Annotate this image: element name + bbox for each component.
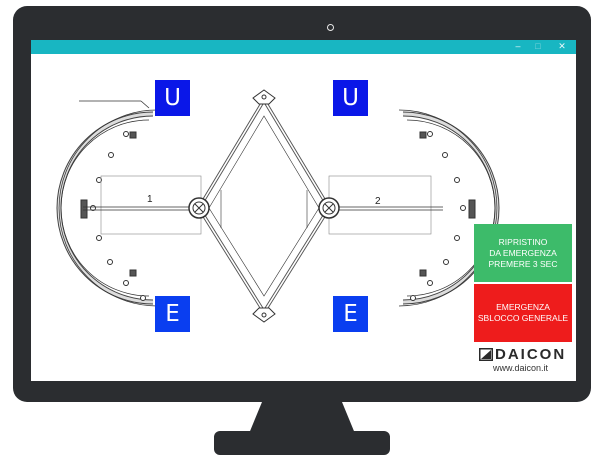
camera-icon — [327, 24, 334, 31]
emergency-reset-button[interactable]: RIPRISTINO DA EMERGENZA PREMERE 3 SEC — [474, 224, 572, 282]
left-lane-box — [100, 175, 202, 235]
brand-name: DAICON — [495, 346, 567, 363]
reset-line-1: RIPRISTINO — [498, 236, 548, 247]
brand-url[interactable]: www.daicon.it — [493, 363, 548, 373]
left-fence — [56, 109, 158, 307]
daicon-logo: DAICON — [479, 347, 571, 363]
right-lane-bar — [339, 206, 443, 211]
exit-sign-bottom-left[interactable]: E — [155, 296, 190, 332]
exit-sign-bottom-right[interactable]: E — [333, 296, 368, 332]
reset-line-2: DA EMERGENZA — [489, 247, 557, 258]
title-bar: – □ ✕ — [31, 40, 576, 54]
emergency-unlock-button[interactable]: EMERGENZA SBLOCCO GENERALE — [474, 284, 572, 342]
app-screen: – □ ✕ 1 2 U U E E RIPRISTINO DA EMERGENZ… — [31, 40, 576, 381]
close-button[interactable]: ✕ — [553, 40, 571, 54]
minimize-button[interactable]: – — [509, 40, 527, 54]
emergency-line-1: EMERGENZA — [496, 302, 550, 312]
daicon-logo-icon — [479, 348, 493, 361]
left-lane-bar — [83, 206, 191, 211]
rotor-joints — [252, 89, 276, 323]
left-pivot-hub — [188, 197, 210, 219]
reset-line-3: PREMERE 3 SEC — [488, 258, 558, 269]
entry-sign-top-left[interactable]: U — [155, 80, 190, 116]
central-rotor — [196, 96, 332, 316]
emergency-line-2: SBLOCCO GENERALE — [477, 313, 569, 323]
maximize-button[interactable]: □ — [529, 40, 547, 54]
entry-sign-top-right[interactable]: U — [333, 80, 368, 116]
lane-number-right: 2 — [375, 196, 381, 207]
right-pivot-hub — [318, 197, 340, 219]
lane-number-left: 1 — [147, 194, 153, 205]
